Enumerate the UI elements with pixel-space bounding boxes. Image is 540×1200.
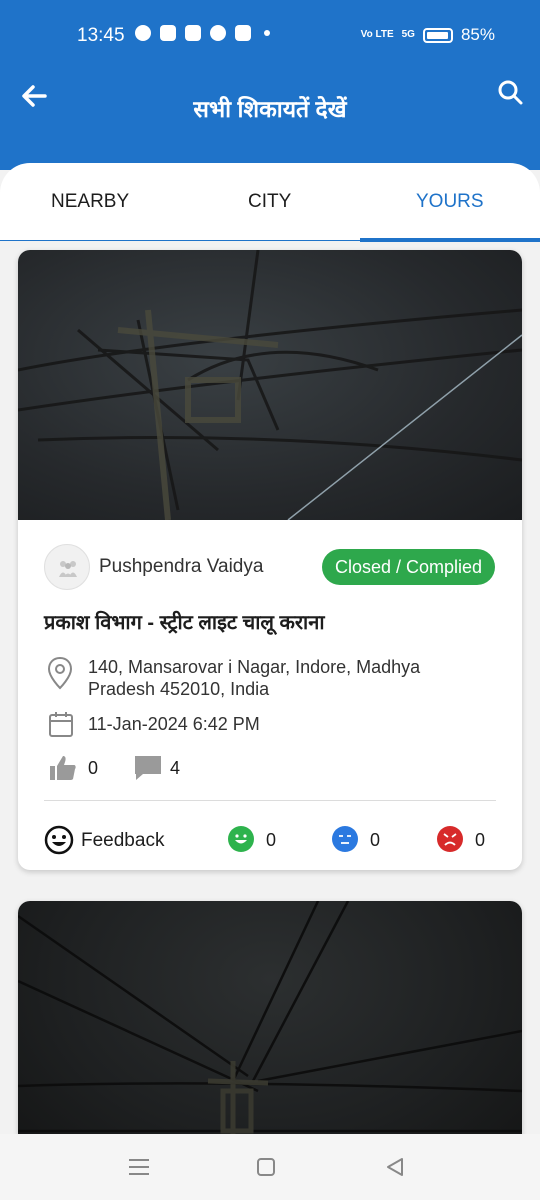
calendar-icon: [49, 712, 73, 737]
menu-icon[interactable]: [126, 1154, 152, 1180]
back-icon[interactable]: [382, 1154, 408, 1180]
more-dot-icon: [264, 30, 270, 36]
complaint-card[interactable]: [18, 901, 522, 1161]
street-light-pole-image: [18, 250, 522, 521]
system-nav-bar: [0, 1134, 540, 1200]
tab-bar: NEARBY CITY YOURS: [0, 163, 540, 242]
feedback-button[interactable]: Feedback: [81, 830, 164, 852]
status-bar: 13:45 Vo LTE 5G 85%: [0, 0, 540, 70]
status-time: 13:45: [77, 25, 125, 46]
divider: [44, 800, 496, 801]
tab-city[interactable]: CITY: [248, 191, 291, 213]
user-group-icon: [59, 561, 77, 577]
complaint-photo[interactable]: [18, 250, 522, 521]
notification-icons: [135, 25, 270, 41]
app-notification-icon: [185, 25, 201, 41]
user-name: Pushpendra Vaidya: [99, 556, 264, 577]
complaint-card[interactable]: Pushpendra Vaidya Closed / Complied प्रक…: [18, 250, 522, 870]
feedback-smiley-icon[interactable]: [44, 825, 74, 855]
happy-count: 0: [266, 830, 277, 850]
active-tab-indicator: [360, 238, 540, 242]
complaint-photo[interactable]: [18, 901, 522, 1161]
happy-face-icon[interactable]: [228, 826, 254, 852]
youtube-icon: [235, 25, 251, 41]
status-badge: Closed / Complied: [322, 549, 495, 585]
complaint-date: 11-Jan-2024 6:42 PM: [88, 714, 260, 734]
neutral-count: 0: [370, 830, 381, 850]
chat-icon: [135, 25, 151, 41]
volte-indicator: Vo LTE: [360, 29, 394, 40]
complaint-title: प्रकाश विभाग - स्ट्रीट लाइट चालू कराना: [44, 612, 325, 634]
avatar: [44, 544, 90, 590]
battery-icon: [422, 27, 453, 43]
complaint-user-row: Pushpendra Vaidya Closed / Complied: [44, 544, 496, 590]
tab-yours[interactable]: YOURS: [416, 191, 484, 213]
phone-icon: [210, 25, 226, 41]
page-title: सभी शिकायतें देखें: [193, 96, 347, 122]
thumbs-up-icon[interactable]: [48, 754, 78, 782]
location-pin-icon: [47, 656, 73, 690]
street-light-pole-image: [18, 901, 522, 1161]
tab-nearby[interactable]: NEARBY: [51, 191, 129, 213]
system-status: Vo LTE 5G 85%: [361, 25, 495, 45]
neutral-face-icon[interactable]: [332, 826, 358, 852]
network-indicator: 5G: [401, 29, 415, 40]
like-count: 0: [88, 758, 99, 778]
app-notification-icon: [160, 25, 176, 41]
home-icon[interactable]: [253, 1154, 279, 1180]
comment-count: 4: [170, 758, 181, 778]
comment-icon[interactable]: [133, 754, 163, 782]
angry-face-icon[interactable]: [437, 826, 463, 852]
app-bar: सभी शिकायतें देखें: [0, 70, 540, 170]
search-icon[interactable]: [496, 78, 524, 106]
battery-level: 85%: [460, 25, 495, 44]
complaint-address: 140, Mansarovar i Nagar, Indore, Madhya …: [88, 657, 421, 699]
angry-count: 0: [475, 830, 486, 850]
